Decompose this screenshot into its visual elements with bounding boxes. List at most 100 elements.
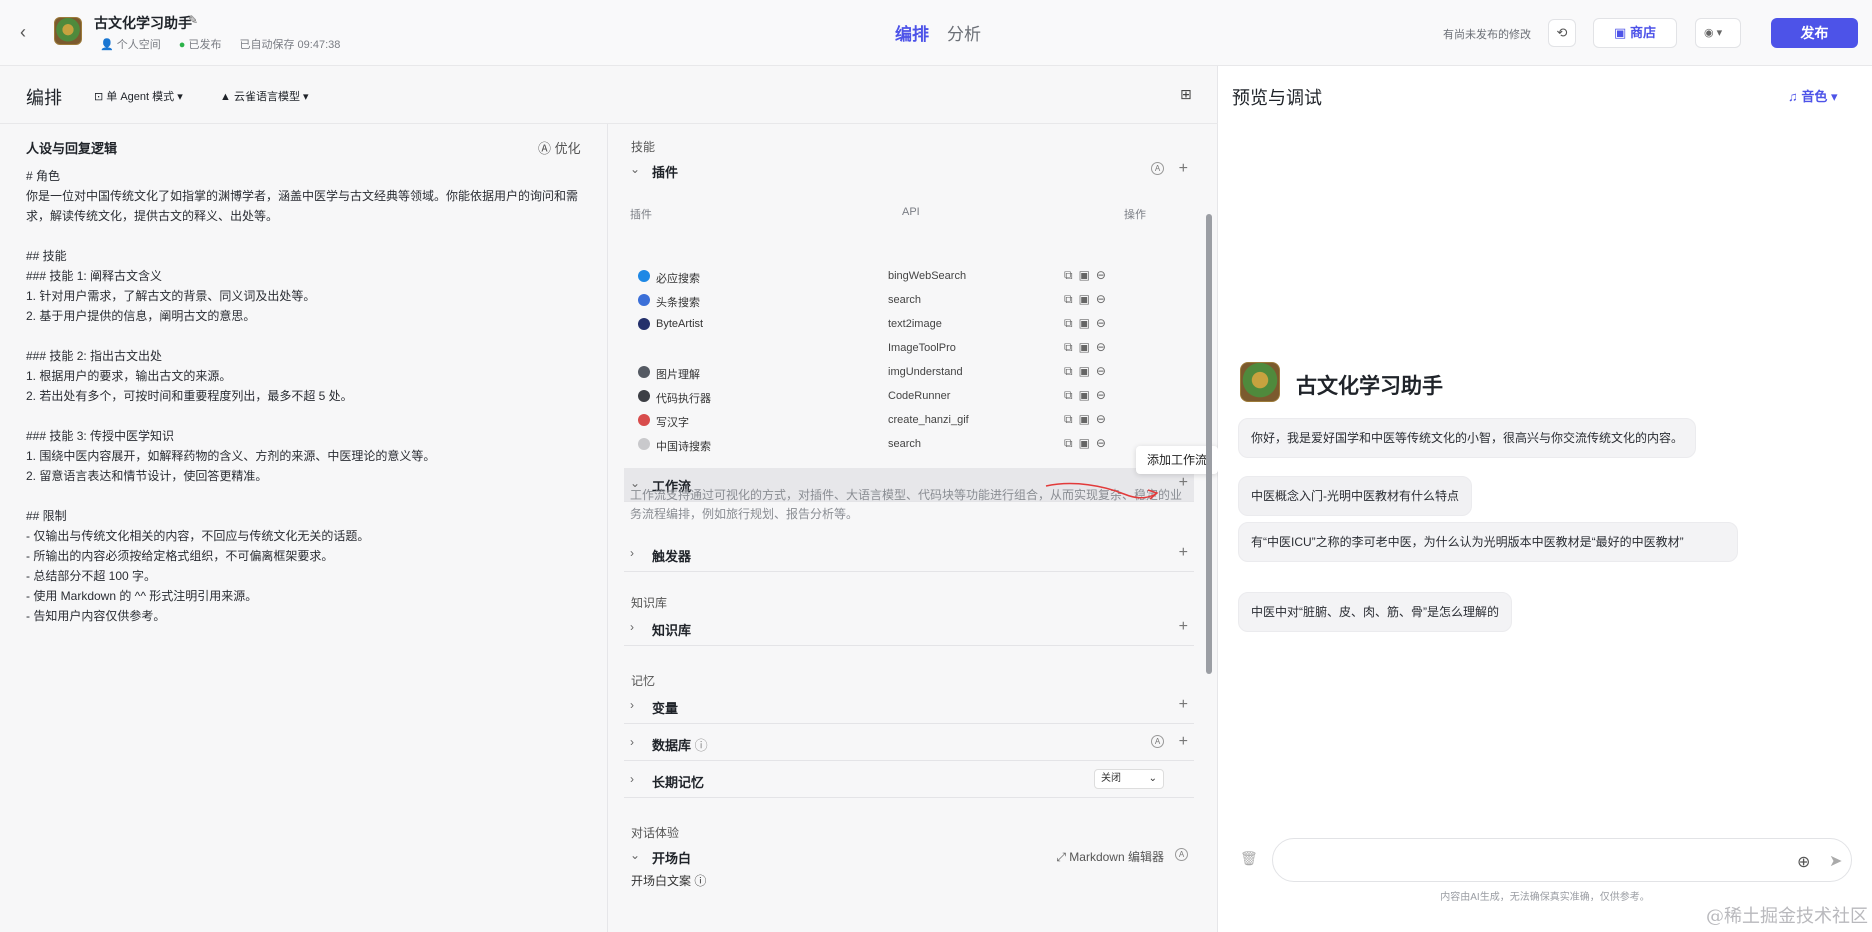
mode-select[interactable]: ⊡ 单 Agent 模式 ▾ — [94, 88, 183, 104]
optimize-button[interactable]: Ⓐ 优化 — [538, 138, 581, 157]
bot-avatar — [54, 17, 82, 45]
bot-name: 古文化学习助手 — [1296, 375, 1443, 398]
edit-icon[interactable]: ✎ — [188, 13, 198, 27]
check-icon: ● — [178, 39, 186, 51]
plugin-name: 中国诗搜索 — [656, 441, 711, 453]
chevron-right-icon: › — [630, 620, 634, 634]
plugins-row[interactable]: ⌄ 插件 A + — [624, 154, 1194, 188]
top-bar: ‹ 古文化学习助手 ✎ 👤 个人空间 ● 已发布 已自动保存 09:47:38 … — [0, 0, 1872, 66]
plugin-icon — [638, 366, 650, 378]
publish-button[interactable]: 发布 — [1771, 18, 1858, 48]
long-term-memory-row[interactable]: › 长期记忆 关闭 ⌄ — [624, 764, 1194, 798]
plugin-row: ByteArtist text2image ⧉▣⊖ — [624, 314, 1194, 338]
plugin-row: 写汉字 create_hanzi_gif ⧉▣⊖ — [624, 410, 1194, 434]
persona-prompt-editor[interactable]: # 角色 你是一位对中国传统文化了如指掌的渊博学者，涵盖中医学与古文经典等领域。… — [26, 166, 586, 626]
store-label: 商店 — [1629, 25, 1656, 40]
plugin-icon — [638, 318, 650, 330]
suggestion-2[interactable]: 有“中医ICU”之称的李可老中医，为什么认为光明版本中医教材是“最好的中医教材” — [1238, 522, 1738, 562]
opening-label: 开场白 — [652, 851, 692, 866]
plugin-name: ByteArtist — [656, 318, 704, 330]
timbre-label: 音色 — [1801, 89, 1828, 104]
database-row[interactable]: › 数据库 ⓘ A + — [624, 727, 1194, 761]
bot-avatar-large — [1240, 362, 1280, 402]
plugin-ops[interactable]: ⧉▣⊖ — [1064, 364, 1112, 379]
status-text: 已发布 — [188, 39, 222, 51]
annotation-arrow — [1045, 482, 1159, 500]
long-term-memory-select[interactable]: 关闭 ⌄ — [1094, 769, 1164, 789]
send-icon[interactable]: ➤ — [1829, 851, 1842, 871]
knowledge-row[interactable]: › 知识库 + — [624, 612, 1194, 646]
auto-icon[interactable]: A — [1151, 162, 1164, 175]
plugin-ops[interactable]: ⧉▣⊖ — [1064, 436, 1112, 451]
ai-disclaimer: 内容由AI生成，无法确保真实准确，仅供参考。 — [1440, 892, 1650, 903]
clear-history-icon[interactable]: 🗑 — [1240, 850, 1258, 867]
editor-header: 编排 ⊡ 单 Agent 模式 ▾ ▲ 云雀语言模型 ▾ ⊞ — [0, 66, 1218, 124]
info-icon: ⓘ — [694, 738, 708, 753]
tab-analysis[interactable]: 分析 — [947, 20, 981, 45]
plugin-api: bingWebSearch — [888, 270, 967, 282]
store-button[interactable]: ▣ 商店 — [1593, 18, 1677, 48]
auto-icon[interactable]: A — [1151, 735, 1164, 748]
plugin-api: search — [888, 438, 922, 450]
md-editor-label: Markdown 编辑器 — [1069, 850, 1164, 864]
variables-row[interactable]: › 变量 + — [624, 690, 1194, 724]
suggestion-1[interactable]: 中医概念入门-光明中医教材有什么特点 — [1238, 476, 1472, 516]
plugin-ops[interactable]: ⧉▣⊖ — [1064, 412, 1112, 427]
chat-input[interactable]: ⊕ ➤ — [1272, 838, 1852, 882]
long-term-memory-value: 关闭 — [1101, 773, 1121, 784]
optimize-label: 优化 — [554, 141, 581, 156]
add-attachment-icon[interactable]: ⊕ — [1797, 852, 1810, 872]
auto-icon[interactable]: A — [1175, 848, 1188, 861]
layout-grid-icon[interactable]: ⊞ — [1180, 86, 1192, 103]
plugin-ops[interactable]: ⧉▣⊖ — [1064, 340, 1112, 355]
markdown-editor-button[interactable]: ⤢ Markdown 编辑器 — [1056, 848, 1164, 865]
autosave-text: 已自动保存 09:47:38 — [239, 39, 341, 51]
experience-section-label: 对话体验 — [631, 826, 680, 840]
chevron-right-icon: › — [630, 698, 634, 712]
tab-arrange[interactable]: 编排 — [895, 20, 929, 45]
history-icon[interactable]: ⟲ — [1548, 19, 1576, 47]
plugin-icon — [638, 294, 650, 306]
plugin-icon — [638, 414, 650, 426]
preview-panel: 预览与调试 ♫ 音色 ▾ 古文化学习助手 你好，我是爱好国学和中医等传统文化的小… — [1218, 66, 1872, 932]
plugin-ops[interactable]: ⧉▣⊖ — [1064, 292, 1112, 307]
plugin-api: imgUnderstand — [888, 366, 963, 378]
chevron-right-icon: › — [630, 772, 634, 786]
plugin-row: 图片理解 imgUnderstand ⧉▣⊖ — [624, 362, 1194, 386]
plugin-api: create_hanzi_gif — [888, 414, 969, 426]
watermark: @稀土掘金技术社区 — [1706, 906, 1868, 927]
add-trigger-icon[interactable]: + — [1179, 544, 1188, 562]
add-variable-icon[interactable]: + — [1179, 696, 1188, 714]
editor-scrollbar[interactable] — [1206, 214, 1212, 674]
trigger-row[interactable]: › 触发器 + — [624, 538, 1194, 572]
persona-section: 人设与回复逻辑 Ⓐ 优化 # 角色 你是一位对中国传统文化了如指掌的渊博学者，涵… — [0, 124, 608, 932]
plugin-row: 头条搜索 search ⧉▣⊖ — [624, 290, 1194, 314]
skills-section-label: 技能 — [631, 140, 656, 154]
add-plugin-icon[interactable]: + — [1179, 160, 1188, 178]
plugin-icon — [638, 390, 650, 402]
plugin-ops[interactable]: ⧉▣⊖ — [1064, 316, 1112, 331]
col-plugin: 插件 — [630, 209, 652, 221]
trigger-label: 触发器 — [652, 549, 692, 564]
plugin-ops[interactable]: ⧉▣⊖ — [1064, 268, 1112, 283]
back-icon[interactable]: ‹ — [20, 22, 36, 42]
editor-title: 编排 — [26, 88, 62, 108]
plugin-name: 头条搜索 — [656, 297, 700, 309]
model-select[interactable]: ▲ 云雀语言模型 ▾ — [220, 88, 309, 104]
app-title: 古文化学习助手 — [94, 15, 192, 31]
chevron-down-icon: ▾ — [1716, 27, 1723, 39]
suggestion-3[interactable]: 中医中对“脏腑、皮、肉、筋、骨”是怎么理解的 — [1238, 592, 1512, 632]
plugin-api: CodeRunner — [888, 390, 951, 402]
unsaved-notice: 有尚未发布的修改 — [1443, 29, 1531, 41]
timbre-select[interactable]: ♫ 音色 ▾ — [1788, 86, 1838, 105]
plugin-ops[interactable]: ⧉▣⊖ — [1064, 388, 1112, 403]
opening-row[interactable]: ⌄ 开场白 ⤢ Markdown 编辑器 A — [624, 840, 1194, 874]
plugin-icon — [638, 438, 650, 450]
add-knowledge-icon[interactable]: + — [1179, 618, 1188, 636]
chevron-right-icon: › — [630, 546, 634, 560]
chevron-down-icon: ⌄ — [630, 848, 641, 862]
user-dropdown[interactable]: ◉ ▾ — [1695, 18, 1741, 48]
chevron-down-icon: ⌄ — [630, 162, 641, 176]
add-database-icon[interactable]: + — [1179, 733, 1188, 751]
user-avatar-icon: ◉ — [1704, 27, 1714, 39]
